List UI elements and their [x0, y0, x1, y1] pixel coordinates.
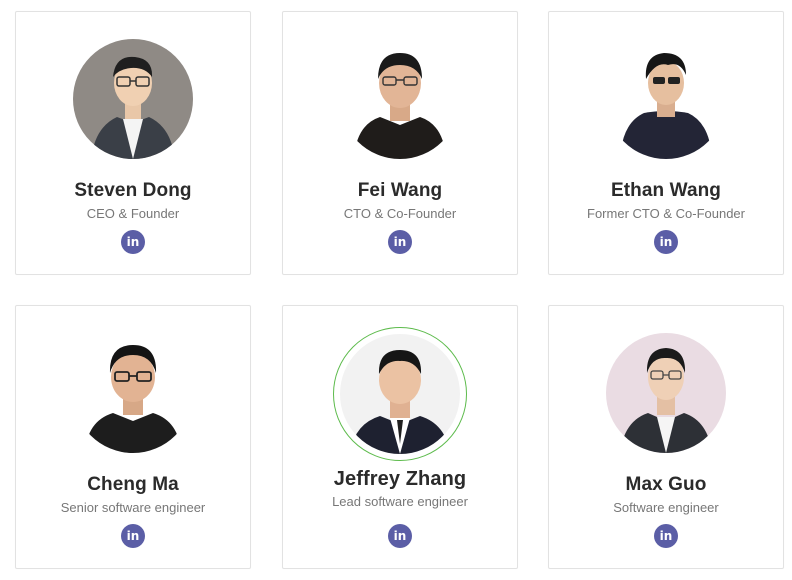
linkedin-icon[interactable]: in	[388, 524, 412, 548]
member-role: CEO & Founder	[86, 206, 180, 221]
profile-photo	[606, 333, 726, 453]
linkedin-icon[interactable]: in	[654, 524, 678, 548]
profile-photo-highlighted	[333, 327, 467, 461]
member-name: Fei Wang	[357, 180, 443, 201]
member-name: Ethan Wang	[610, 180, 722, 201]
team-card-ethan-wang: Ethan Wang Former CTO & Co-Founder in	[548, 11, 784, 275]
member-name: Cheng Ma	[87, 474, 179, 495]
linkedin-icon[interactable]: in	[121, 524, 145, 548]
member-name: Max Guo	[625, 474, 707, 495]
linkedin-icon[interactable]: in	[121, 230, 145, 254]
member-role: Lead software engineer	[332, 494, 468, 509]
member-role: Software engineer	[613, 500, 719, 515]
member-role: Former CTO & Co-Founder	[587, 206, 745, 221]
linkedin-icon[interactable]: in	[654, 230, 678, 254]
member-role: Senior software engineer	[60, 500, 206, 515]
member-name: Steven Dong	[74, 180, 192, 201]
team-card-cheng-ma: Cheng Ma Senior software engineer in	[15, 305, 251, 569]
linkedin-icon[interactable]: in	[388, 230, 412, 254]
member-role: CTO & Co-Founder	[343, 206, 457, 221]
team-card-fei-wang: Fei Wang CTO & Co-Founder in	[282, 11, 518, 275]
profile-photo	[73, 39, 193, 159]
member-name: Jeffrey Zhang	[333, 468, 467, 490]
team-card-max-guo: Max Guo Software engineer in	[548, 305, 784, 569]
team-card-steven-dong: Steven Dong CEO & Founder in	[15, 11, 251, 275]
profile-photo	[340, 39, 460, 159]
profile-photo	[73, 333, 193, 453]
team-grid: Steven Dong CEO & Founder in Fei Wang CT…	[0, 0, 792, 580]
team-card-jeffrey-zhang: Jeffrey Zhang Lead software engineer in	[282, 305, 518, 569]
profile-photo	[606, 39, 726, 159]
